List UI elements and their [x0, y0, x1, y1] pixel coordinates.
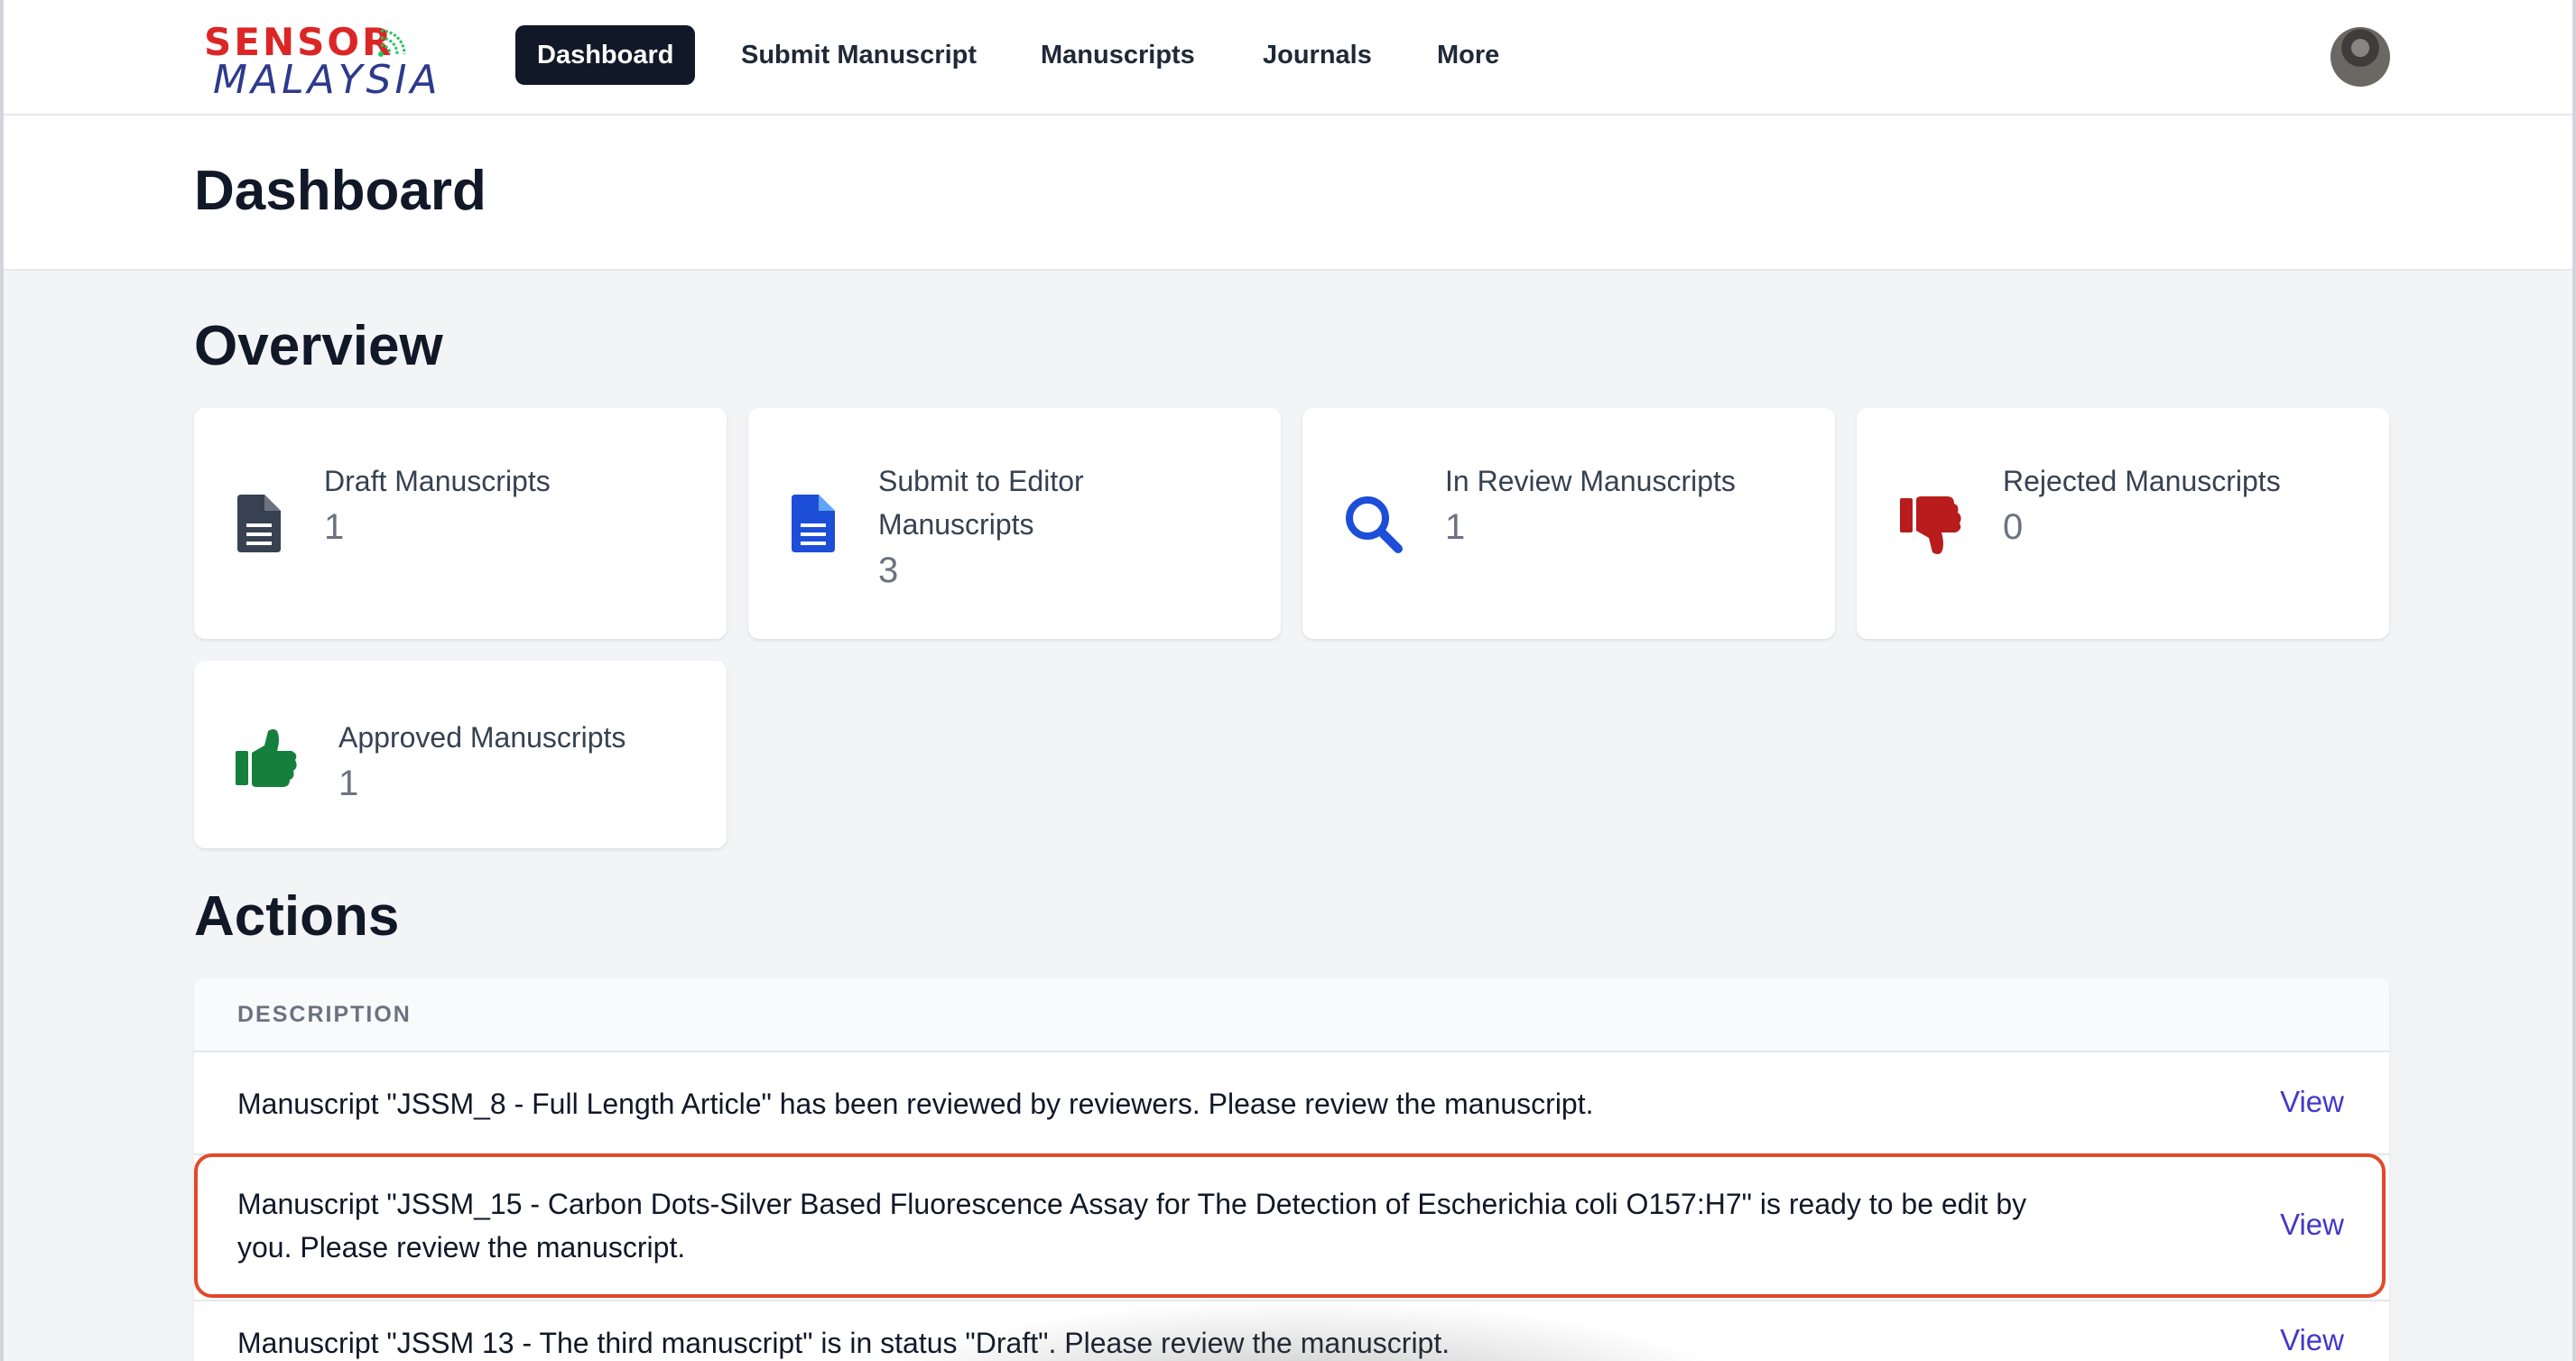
card-value: 1	[338, 764, 359, 803]
card-value: 0	[2003, 507, 2024, 547]
user-avatar[interactable]	[2330, 27, 2390, 87]
page-header: Dashboard	[4, 116, 2572, 271]
nav-more[interactable]: More	[1415, 25, 1521, 85]
card-value: 1	[324, 507, 345, 547]
action-description-line2: you. Please review the manuscript.	[237, 1231, 686, 1264]
table-header: DESCRIPTION	[194, 978, 2389, 1052]
nav-submit-manuscript[interactable]: Submit Manuscript	[719, 25, 998, 85]
view-link[interactable]: View	[2280, 1323, 2344, 1357]
card-value: 3	[878, 551, 899, 590]
card-submit-to-editor[interactable]: Submit to Editor Manuscripts 3	[748, 408, 1281, 639]
card-label: In Review Manuscripts	[1445, 465, 1736, 497]
actions-title: Actions	[194, 885, 400, 948]
brand-logo[interactable]: SENSOR MALAYSIA	[202, 22, 438, 103]
search-icon	[1346, 496, 1403, 553]
card-in-review[interactable]: In Review Manuscripts 1	[1302, 408, 1835, 639]
action-description: Manuscript "JSSM_8 - Full Length Article…	[237, 1088, 1594, 1120]
view-link[interactable]: View	[2280, 1208, 2344, 1242]
top-navigation: SENSOR MALAYSIA Dashboard Submit Manuscr…	[4, 0, 2572, 116]
table-row: Manuscript "JSSM 13 - The third manuscri…	[194, 1301, 2389, 1361]
action-description: Manuscript "JSSM 13 - The third manuscri…	[237, 1327, 1450, 1359]
card-label-line1: Submit to Editor	[878, 465, 1084, 497]
table-row: Manuscript "JSSM_15 - Carbon Dots-Silver…	[194, 1155, 2389, 1301]
thumbs-up-icon	[236, 729, 297, 787]
nav-journals[interactable]: Journals	[1241, 25, 1394, 85]
action-description-line1: Manuscript "JSSM_15 - Carbon Dots-Silver…	[237, 1188, 2027, 1220]
page-title: Dashboard	[194, 160, 486, 222]
actions-table: DESCRIPTION Manuscript "JSSM_8 - Full Le…	[194, 978, 2389, 1361]
overview-title: Overview	[194, 315, 443, 377]
card-label: Rejected Manuscripts	[2003, 465, 2281, 497]
card-draft-manuscripts[interactable]: Draft Manuscripts 1	[194, 408, 727, 639]
table-row: Manuscript "JSSM_8 - Full Length Article…	[194, 1052, 2389, 1155]
document-icon	[237, 495, 281, 552]
app-window: SENSOR MALAYSIA Dashboard Submit Manuscr…	[0, 0, 2576, 1361]
signal-waves-icon	[378, 29, 406, 57]
card-label: Approved Manuscripts	[338, 721, 626, 754]
logo-text-malaysia: MALAYSIA	[213, 57, 441, 103]
card-label-line2: Manuscripts	[878, 508, 1034, 541]
column-header-description: DESCRIPTION	[237, 1002, 412, 1027]
card-value: 1	[1445, 507, 1466, 547]
view-link[interactable]: View	[2280, 1085, 2344, 1119]
nav-dashboard[interactable]: Dashboard	[515, 25, 696, 85]
card-label: Draft Manuscripts	[324, 465, 551, 497]
document-blue-icon	[792, 495, 835, 552]
card-approved[interactable]: Approved Manuscripts 1	[194, 661, 727, 848]
nav-manuscripts[interactable]: Manuscripts	[1019, 25, 1217, 85]
card-rejected[interactable]: Rejected Manuscripts 0	[1857, 408, 2389, 639]
thumbs-down-icon	[1900, 496, 1961, 554]
